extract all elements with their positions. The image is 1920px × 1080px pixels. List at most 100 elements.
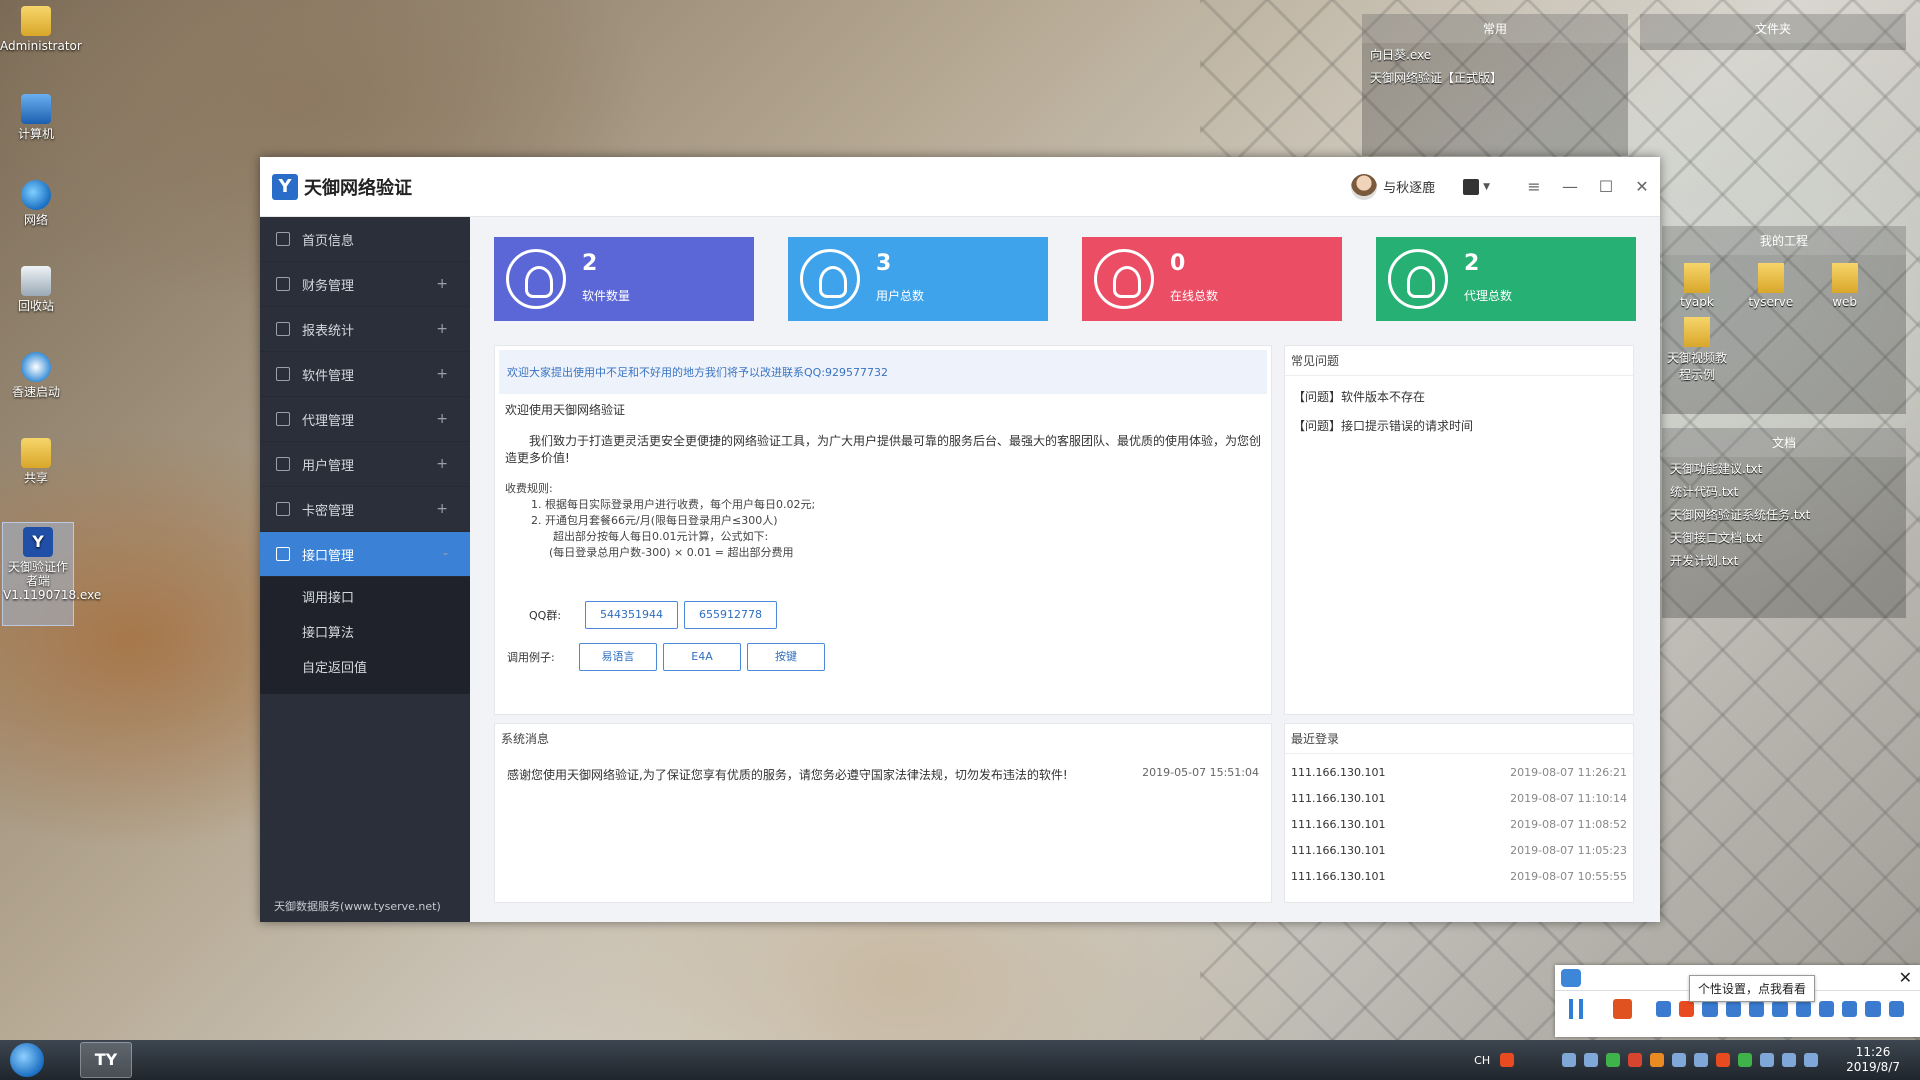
- desktop-icon-recycle-bin[interactable]: 回收站: [0, 266, 72, 313]
- doc-item[interactable]: 统计代码.txt: [1662, 480, 1906, 503]
- example-button-anjian[interactable]: 按键: [747, 643, 825, 671]
- project-folder[interactable]: 天御视频教程示例: [1662, 317, 1732, 383]
- example-button-e4a[interactable]: E4A: [663, 643, 741, 671]
- submenu-item-call-api[interactable]: 调用接口: [260, 581, 470, 616]
- expand-indicator: +: [436, 366, 448, 382]
- doc-item[interactable]: 天御功能建议.txt: [1662, 457, 1906, 480]
- project-folder[interactable]: tyapk: [1662, 263, 1732, 309]
- stat-card-online[interactable]: 0 在线总数: [1082, 237, 1342, 321]
- sogou-icon[interactable]: [1679, 1001, 1695, 1017]
- shield-icon[interactable]: [1738, 1053, 1753, 1067]
- camera-icon[interactable]: [1584, 1053, 1599, 1067]
- stop-icon[interactable]: [1612, 999, 1632, 1019]
- collapse-indicator: -: [442, 546, 448, 562]
- skin-icon[interactable]: [1463, 178, 1480, 195]
- wechat-icon[interactable]: [1606, 1053, 1621, 1067]
- minimize-button[interactable]: —: [1552, 177, 1588, 196]
- mic-icon[interactable]: [1795, 1001, 1811, 1017]
- desktop-icon-administrator[interactable]: Administrator: [0, 6, 82, 53]
- doc-item[interactable]: 开发计划.txt: [1662, 549, 1906, 572]
- language-indicator[interactable]: CH: [1474, 1054, 1490, 1067]
- fence-item[interactable]: 向日葵.exe: [1362, 43, 1628, 66]
- doc-item[interactable]: 天御接口文档.txt: [1662, 526, 1906, 549]
- moon-icon[interactable]: [1725, 1001, 1741, 1017]
- sidebar-item-cards[interactable]: 卡密管理 +: [260, 487, 470, 532]
- sogou-icon[interactable]: [1500, 1053, 1515, 1067]
- pause-icon[interactable]: [1569, 999, 1583, 1019]
- chevron-down-icon[interactable]: ▼: [1483, 182, 1490, 192]
- sunlogin-icon[interactable]: [1650, 1053, 1665, 1067]
- example-button-yiyuyan[interactable]: 易语言: [579, 643, 657, 671]
- sidebar-item-finance[interactable]: 财务管理 +: [260, 262, 470, 307]
- maximize-button[interactable]: ☐: [1588, 177, 1624, 196]
- clock[interactable]: 11:26 2019/8/7: [1846, 1045, 1900, 1075]
- user-icon[interactable]: [1842, 1001, 1858, 1017]
- shirt-icon[interactable]: [1865, 1001, 1881, 1017]
- qq-group-button[interactable]: 655912778: [684, 601, 777, 629]
- fence-panel-folder: 文件夹: [1640, 14, 1906, 50]
- folder-icon: [21, 438, 51, 468]
- help-icon[interactable]: [1694, 1053, 1709, 1067]
- login-row: 111.166.130.101 2019-08-07 11:08:52: [1285, 812, 1633, 838]
- emoji-icon[interactable]: [1772, 1001, 1788, 1017]
- ty-tray-icon[interactable]: [1562, 1053, 1577, 1067]
- stat-card-software[interactable]: 2 软件数量: [494, 237, 754, 321]
- avatar[interactable]: [1351, 173, 1378, 200]
- app-tray-icon[interactable]: [1628, 1053, 1643, 1067]
- qq-group-button[interactable]: 544351944: [585, 601, 678, 629]
- desktop-icon-ty-author[interactable]: Y 天御验证作者端V1.1190718.exe: [2, 522, 101, 626]
- desktop-icon-label: 天御验证作者端V1.1190718.exe: [3, 560, 102, 602]
- comma-icon[interactable]: [1748, 1001, 1765, 1017]
- tooltip: 个性设置，点我看看: [1689, 975, 1816, 1002]
- pen-icon[interactable]: [1672, 1053, 1687, 1067]
- clock-time: 11:26: [1855, 1045, 1891, 1059]
- stat-card-users[interactable]: 3 用户总数: [788, 237, 1048, 321]
- submenu-item-custom-return[interactable]: 自定返回值: [260, 651, 470, 686]
- expand-indicator: +: [436, 321, 448, 337]
- chart-icon[interactable]: [1655, 1001, 1672, 1017]
- desktop-icon-computer[interactable]: 计算机: [0, 94, 72, 141]
- menu-button[interactable]: ≡: [1516, 177, 1552, 196]
- project-folder[interactable]: web: [1810, 263, 1880, 309]
- start-button[interactable]: [10, 1043, 44, 1077]
- folder-icon: [21, 6, 51, 36]
- close-button[interactable]: ✕: [1624, 177, 1660, 196]
- submenu-item-api-algorithm[interactable]: 接口算法: [260, 616, 470, 651]
- desktop-icon-network[interactable]: 网络: [0, 180, 72, 227]
- faq-item[interactable]: 【问题】接口提示错误的请求时间: [1285, 411, 1633, 440]
- desktop-icon-share[interactable]: 共享: [0, 438, 72, 485]
- font-icon[interactable]: [1702, 1001, 1718, 1017]
- camera-icon[interactable]: [1561, 969, 1581, 987]
- doc-item[interactable]: 天御网络验证系统任务.txt: [1662, 503, 1906, 526]
- action-center-icon[interactable]: [1760, 1053, 1775, 1067]
- login-ip: 111.166.130.101: [1291, 818, 1386, 831]
- sidebar-item-reports[interactable]: 报表统计 +: [260, 307, 470, 352]
- faq-item[interactable]: 【问题】软件版本不存在: [1285, 382, 1633, 411]
- sidebar-item-users[interactable]: 用户管理 +: [260, 442, 470, 487]
- stat-card-agents[interactable]: 2 代理总数: [1376, 237, 1636, 321]
- fence-panel-common: 常用 向日葵.exe 天御网络验证【正式版】: [1362, 14, 1628, 156]
- project-folder[interactable]: tyserve: [1736, 263, 1806, 309]
- sidebar-item-api[interactable]: 接口管理 -: [260, 532, 470, 577]
- sidebar-item-software[interactable]: 软件管理 +: [260, 352, 470, 397]
- taskbar-app-ty[interactable]: TY: [80, 1042, 132, 1078]
- stat-value: 2: [582, 251, 598, 276]
- volume-icon[interactable]: [1804, 1053, 1819, 1067]
- user-name[interactable]: 与秋逐鹿: [1383, 177, 1435, 196]
- keyboard-icon[interactable]: [1818, 1001, 1835, 1017]
- desktop-icon-label: 香速启动: [11, 385, 60, 399]
- grid-icon[interactable]: [1888, 1001, 1904, 1017]
- card-icon: [276, 502, 290, 516]
- desktop-icon-fast-boot[interactable]: 香速启动: [0, 352, 72, 399]
- network-icon[interactable]: [1782, 1053, 1797, 1067]
- stat-label: 在线总数: [1170, 289, 1219, 303]
- sidebar-item-home[interactable]: 首页信息: [260, 217, 470, 262]
- rule-item: (每日登录总用户数-300) × 0.01 = 超出部分费用: [549, 546, 794, 559]
- sogou-icon[interactable]: [1716, 1053, 1731, 1067]
- sidebar-item-label: 软件管理: [302, 368, 355, 384]
- app-window: Y 天御网络验证 与秋逐鹿 ▼ ≡ — ☐ ✕ 首页信息 财务管理 + 报表统计…: [260, 157, 1660, 922]
- fence-item[interactable]: 天御网络验证【正式版】: [1362, 66, 1628, 89]
- recorder-close-button[interactable]: ✕: [1899, 968, 1912, 987]
- sidebar-item-agents[interactable]: 代理管理 +: [260, 397, 470, 442]
- sidebar: 首页信息 财务管理 + 报表统计 + 软件管理 + 代理管理 + 用户管理 +: [260, 217, 470, 922]
